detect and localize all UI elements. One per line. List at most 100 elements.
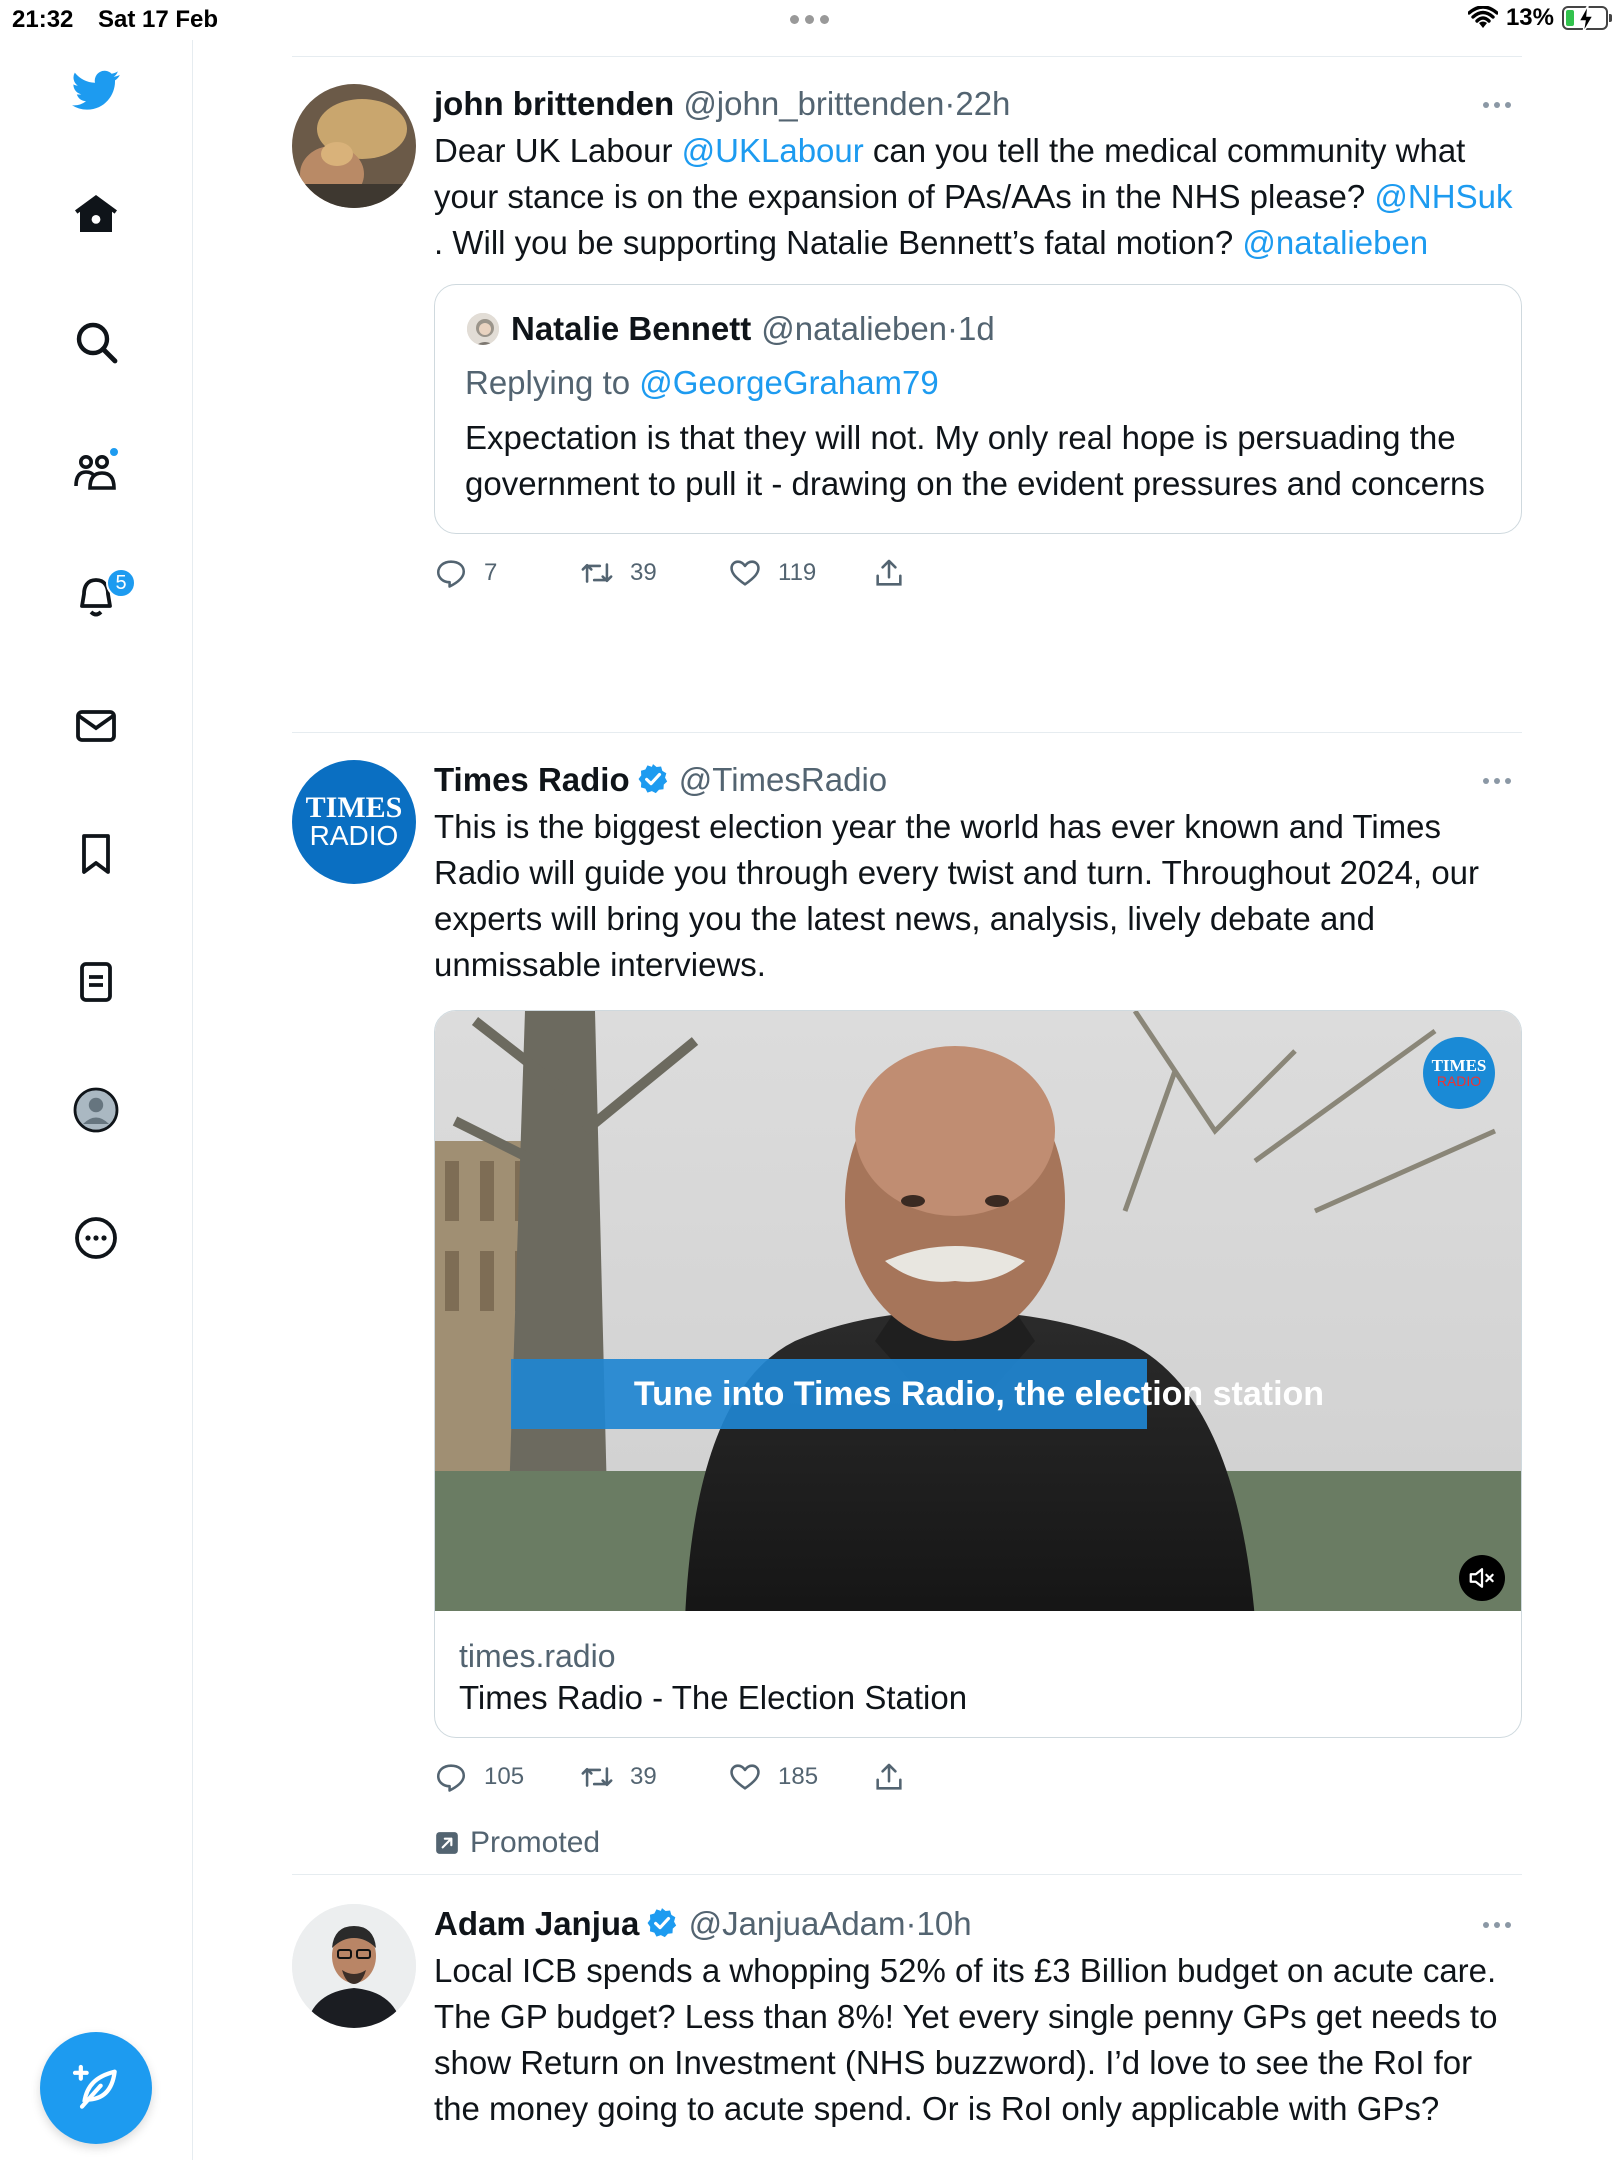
quoted-author-name: Natalie Bennett [511,310,752,347]
video-player[interactable]: Tune into Times Radio, the election stat… [435,1011,1521,1619]
bookmark-icon[interactable] [66,824,126,884]
status-bar: 21:32 Sat 17 Feb 13% [0,0,1620,40]
sidebar-nav: 5 [0,40,193,2160]
mute-button[interactable] [1459,1555,1505,1601]
reply-button[interactable]: 7 [434,556,497,590]
card-title: Times Radio - The Election Station [459,1679,968,1716]
avatar[interactable] [292,1904,416,2028]
search-icon[interactable] [66,312,126,372]
mention-natalieben[interactable]: @natalieben [1242,224,1428,261]
like-count: 119 [778,559,817,586]
retweet-button[interactable]: 39 [580,556,657,590]
tweet-actions: 105 39 185 [434,1760,1522,1810]
mention-georgegraham79[interactable]: @GeorgeGraham79 [639,364,938,401]
author-name[interactable]: john brittenden [434,85,674,122]
card-domain: times.radio [459,1638,616,1674]
profile-icon[interactable] [66,1080,126,1140]
verified-icon [647,1908,677,1938]
verified-icon [638,764,667,794]
avatar-text: RADIO [309,820,399,851]
card-meta[interactable]: times.radio Times Radio - The Election S… [435,1619,1521,1737]
text-part: . Will you be supporting Natalie Bennett… [434,224,1243,261]
twitter-bird-icon[interactable] [66,60,126,120]
author-handle[interactable]: @john_brittenden [683,85,944,122]
notifications-badge: 5 [106,568,136,598]
battery-icon [1562,4,1612,34]
tweet-time[interactable]: 22h [955,85,1010,122]
communities-dot-badge [108,446,120,458]
avatar[interactable] [292,84,416,208]
avatar-text: TIMES [305,791,403,824]
compose-icon [72,2064,117,2109]
quoted-text: Expectation is that they will not. My on… [465,419,1485,502]
divider [292,732,1522,733]
retweet-icon [581,1767,613,1787]
author-name[interactable]: Adam Janjua [434,1905,639,1942]
lists-icon[interactable] [66,952,126,1012]
share-button[interactable] [872,1760,906,1794]
home-icon[interactable] [66,184,126,244]
tweet-header: Adam Janjua @JanjuaAdam·10h [434,1904,1522,1944]
retweet-count: 39 [630,1763,657,1790]
retweet-button[interactable]: 39 [580,1760,657,1794]
quoted-handle-text: @natalieben [761,310,948,347]
divider [292,1874,1522,1875]
video-logo-text: TIMES [1431,1056,1487,1075]
quoted-author-handle: @natalieben·1d [761,309,995,349]
tweet-time[interactable]: 10h [917,1905,972,1942]
mention-nhsuk[interactable]: @NHSuk [1374,178,1512,215]
status-date: Sat 17 Feb [98,6,219,33]
communities-icon[interactable] [66,440,126,500]
reply-icon [436,1764,466,1792]
reply-count: 105 [484,1763,525,1790]
mention-uklabour[interactable]: @UKLabour [682,132,864,169]
separator: · [947,310,959,347]
replying-label: Replying to [465,364,640,401]
more-icon[interactable] [66,1208,126,1268]
promoted-icon [436,1832,458,1854]
like-button[interactable]: 185 [728,1760,818,1794]
quoted-tweet[interactable]: Natalie Bennett @natalieben·1d Replying … [434,284,1522,534]
multitasking-handle[interactable] [790,8,834,30]
tweet-header: john brittenden @john_brittenden·22h [434,84,1522,124]
more-options-icon[interactable] [1472,90,1522,120]
notifications-bell-icon[interactable]: 5 [66,568,136,628]
battery-percentage: 13% [1505,4,1554,31]
promoted-label: Promoted [434,1826,1522,1860]
status-right: 13% [1467,4,1612,34]
like-icon [730,560,760,586]
tweet-actions: 7 39 119 [434,556,1522,606]
promoted-text: Promoted [470,1826,601,1859]
more-options-icon[interactable] [1472,1910,1522,1940]
link-card[interactable]: Tune into Times Radio, the election stat… [434,1010,1522,1738]
reply-count: 7 [484,559,498,586]
like-button[interactable]: 119 [728,556,816,590]
share-icon [876,559,902,586]
tweet-text: Local ICB spends a whopping 52% of its £… [434,1952,1498,2127]
text-part: Dear UK Labour [434,132,682,169]
status-time: 21:32 [12,6,74,33]
like-count: 185 [778,1763,819,1790]
video-logo-text: RADIO [1436,1073,1482,1089]
author-handle[interactable]: @TimesRadio [679,761,887,798]
author-name[interactable]: Times Radio [434,761,630,798]
separator: · [944,85,956,122]
avatar[interactable]: TIMES RADIO [292,760,416,884]
divider [292,56,1522,57]
share-button[interactable] [872,556,906,590]
tweet-header: Times Radio @TimesRadio [434,760,1522,800]
separator: · [905,1905,917,1942]
video-logo: TIMES RADIO [1423,1037,1495,1109]
compose-button[interactable] [40,2032,152,2144]
replying-to: Replying to @GeorgeGraham79 [465,363,1491,403]
reply-icon [436,560,466,588]
tweet-text: Dear UK Labour @UKLabour can you tell th… [434,128,1522,266]
reply-button[interactable]: 105 [434,1760,524,1794]
more-options-icon[interactable] [1472,766,1522,796]
retweet-icon [581,563,613,583]
wifi-icon [1467,6,1498,28]
author-handle[interactable]: @JanjuaAdam [689,1905,906,1942]
messages-icon[interactable] [66,696,126,756]
tweet-text: This is the biggest election year the wo… [434,808,1480,983]
retweet-count: 39 [630,559,657,586]
